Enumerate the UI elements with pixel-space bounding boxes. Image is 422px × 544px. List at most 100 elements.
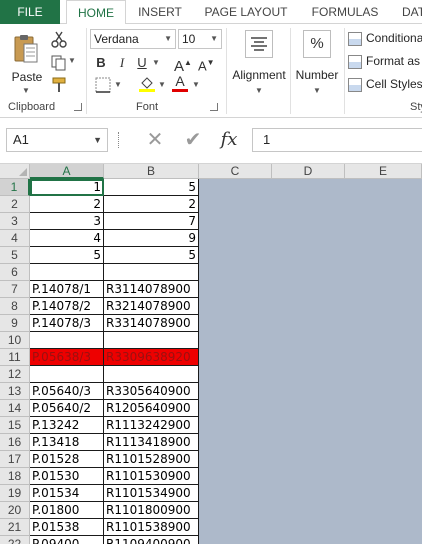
insert-function-button[interactable]: fx [216,128,242,152]
conditional-formatting-button[interactable]: Conditional [348,28,422,48]
cell-a[interactable]: P.05640/2 [30,400,104,417]
cell-a[interactable]: 5 [30,247,104,264]
font-family-select[interactable]: Verdana ▼ [90,29,176,49]
format-as-table-button[interactable]: Format as [348,51,420,71]
row-header[interactable]: 12 [0,366,30,383]
cell-a[interactable]: P.01528 [30,451,104,468]
column-header-d[interactable]: D [272,164,345,179]
row-header[interactable]: 3 [0,213,30,230]
formula-bar-grip[interactable] [118,132,122,148]
cell-a[interactable]: P.05640/3 [30,383,104,400]
cell-b[interactable]: R3114078900 [104,281,199,298]
cell-b[interactable]: 5 [104,179,199,196]
tab-page-layout[interactable]: PAGE LAYOUT [196,0,296,24]
cell-a[interactable]: P.01538 [30,519,104,536]
row-header[interactable]: 15 [0,417,30,434]
cell-a[interactable]: P.09400 [30,536,104,544]
cell-b[interactable]: R1101528900 [104,451,199,468]
row-header[interactable]: 8 [0,298,30,315]
underline-chevron-down-icon[interactable]: ▼ [152,58,160,67]
cell-b[interactable]: R1113242900 [104,417,199,434]
row-header[interactable]: 16 [0,434,30,451]
cut-icon[interactable] [50,30,68,48]
column-header-b[interactable]: B [104,164,199,179]
alignment-button[interactable]: Alignment ▼ [230,28,288,98]
cell-a[interactable]: P.01534 [30,485,104,502]
row-header[interactable]: 20 [0,502,30,519]
row-header[interactable]: 10 [0,332,30,349]
cell-b[interactable]: R1101800900 [104,502,199,519]
row-header[interactable]: 13 [0,383,30,400]
cell-a[interactable]: 3 [30,213,104,230]
cell-b[interactable]: R3214078900 [104,298,199,315]
italic-button[interactable]: I [116,54,128,72]
cell-b[interactable]: R3305640900 [104,383,199,400]
column-header-c[interactable]: C [199,164,272,179]
cell-b[interactable]: R1101530900 [104,468,199,485]
tab-insert[interactable]: INSERT [128,0,192,24]
font-color-button[interactable]: A [172,72,188,92]
row-header[interactable]: 18 [0,468,30,485]
cell-b[interactable]: R1101538900 [104,519,199,536]
cell-a[interactable] [30,332,104,349]
copy-icon[interactable] [50,54,68,72]
row-header[interactable]: 5 [0,247,30,264]
cell-b[interactable]: 7 [104,213,199,230]
column-header-a[interactable]: A [30,164,104,179]
cell-b[interactable] [104,264,199,281]
select-all-button[interactable] [0,164,30,179]
fill-color-icon[interactable] [138,74,156,92]
cell-b[interactable] [104,332,199,349]
row-header[interactable]: 2 [0,196,30,213]
cell-b[interactable] [104,366,199,383]
tab-data[interactable]: DATA [402,0,422,24]
cell-b[interactable]: R1113418900 [104,434,199,451]
row-header[interactable]: 14 [0,400,30,417]
cell-a[interactable]: P.14078/2 [30,298,104,315]
row-header[interactable]: 6 [0,264,30,281]
formula-input[interactable]: 1 [252,128,422,152]
cell-a[interactable]: P.14078/1 [30,281,104,298]
font-launcher-icon[interactable] [210,103,218,111]
borders-chevron-down-icon[interactable]: ▼ [114,80,122,89]
row-header[interactable]: 7 [0,281,30,298]
fill-color-chevron-down-icon[interactable]: ▼ [158,80,166,89]
clipboard-launcher-icon[interactable] [74,103,82,111]
number-format-button[interactable]: % Number ▼ [292,28,342,98]
row-header[interactable]: 9 [0,315,30,332]
cell-a[interactable]: 4 [30,230,104,247]
bold-button[interactable]: B [94,54,108,72]
cell-a[interactable]: P.13242 [30,417,104,434]
cell-b[interactable]: R3314078900 [104,315,199,332]
cell-a[interactable]: P.13418 [30,434,104,451]
cell-b[interactable]: 2 [104,196,199,213]
cell-a[interactable]: 2 [30,196,104,213]
row-header[interactable]: 4 [0,230,30,247]
copy-chevron-down-icon[interactable]: ▼ [68,56,76,65]
cell-a[interactable] [30,366,104,383]
cell-b[interactable]: 9 [104,230,199,247]
cell-b[interactable]: 5 [104,247,199,264]
row-header[interactable]: 17 [0,451,30,468]
cell-b[interactable]: R1205640900 [104,400,199,417]
row-header[interactable]: 11 [0,349,30,366]
row-header[interactable]: 19 [0,485,30,502]
tab-formulas[interactable]: FORMULAS [302,0,388,24]
cell-b[interactable]: R1109400900 [104,536,199,544]
borders-icon[interactable] [94,76,112,94]
cell-b[interactable]: R1101534900 [104,485,199,502]
cell-styles-button[interactable]: Cell Styles [348,74,422,94]
paste-button[interactable]: Paste ▼ [6,28,48,95]
cancel-icon[interactable]: ✕ [142,128,168,152]
cell-a[interactable]: P.01530 [30,468,104,485]
cell-a[interactable]: P.05638/3 [30,349,104,366]
cell-a[interactable]: P.01800 [30,502,104,519]
font-color-chevron-down-icon[interactable]: ▼ [192,80,200,89]
cell-a[interactable]: 1 [30,179,104,196]
underline-button[interactable]: U [136,54,148,72]
tab-file[interactable]: FILE [0,0,60,24]
format-painter-icon[interactable] [50,76,68,94]
cell-b[interactable]: R3309638920 [104,349,199,366]
enter-icon[interactable]: ✔ [180,128,206,152]
font-size-select[interactable]: 10 ▼ [178,29,222,49]
